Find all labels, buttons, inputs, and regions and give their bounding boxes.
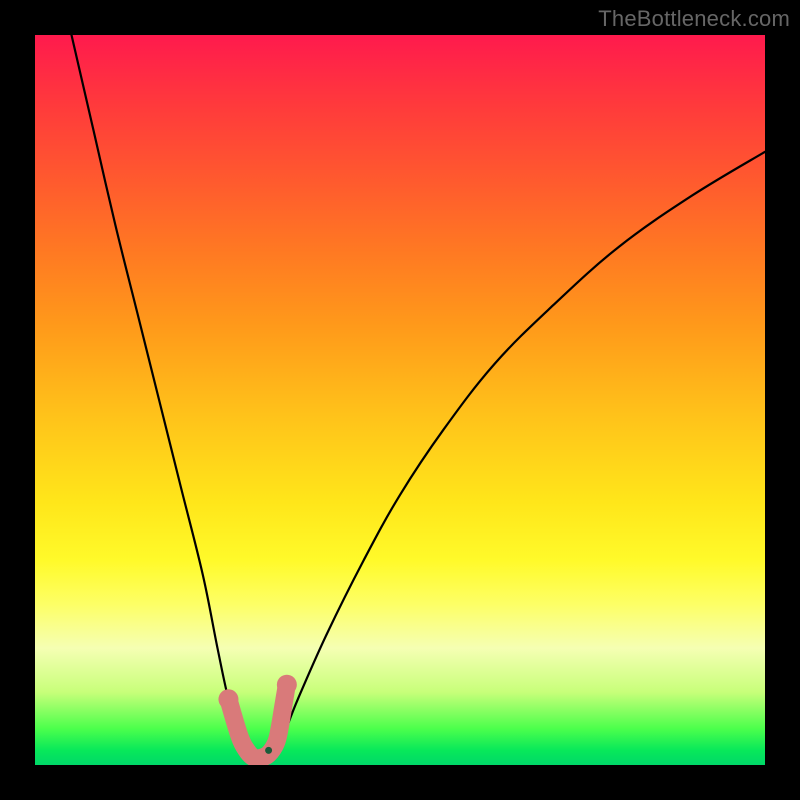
bottleneck-curve [72, 35, 766, 758]
marker-dot [218, 689, 238, 709]
min-dot [265, 747, 272, 754]
watermark: TheBottleneck.com [598, 6, 790, 32]
plot-area [35, 35, 765, 765]
chart-svg [35, 35, 765, 765]
marker-dot [277, 675, 297, 695]
u-shape-markers [218, 675, 296, 759]
